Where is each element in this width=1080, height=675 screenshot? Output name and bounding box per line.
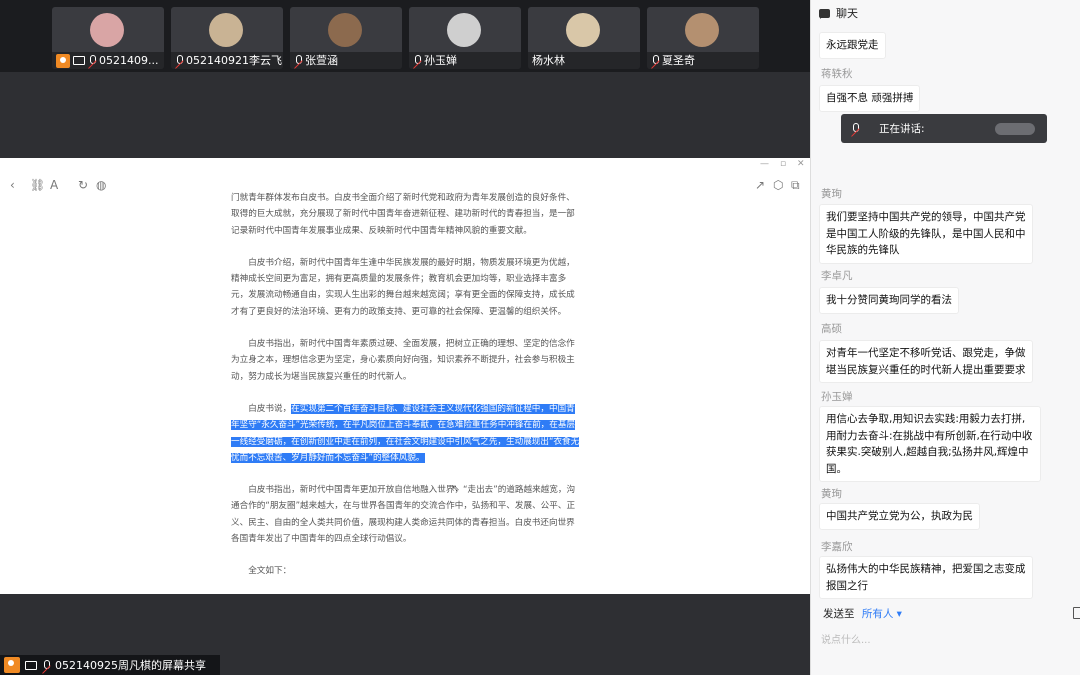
chat-sender: 孙玉婵	[821, 391, 853, 403]
paragraph: 白皮书说，在实现第二个百年奋斗目标、建设社会主义现代化强国的新征程中，中国青年坚…	[231, 403, 580, 463]
avatar	[685, 13, 719, 47]
edit-icon[interactable]	[1073, 607, 1080, 619]
chat-sender: 蒋轶秋	[821, 68, 853, 80]
mic-muted-icon	[42, 659, 50, 671]
participant-tile[interactable]: 杨水林	[528, 7, 640, 69]
screen-share-label: 052140925周凡棋的屏幕共享	[55, 659, 206, 672]
mic-muted-icon	[175, 55, 183, 66]
avatar	[90, 13, 124, 47]
cube-icon[interactable]: ⬡	[773, 178, 783, 192]
screen-share-icon	[73, 56, 85, 65]
video-strip: 0521409... 052140921李云飞 张萱涵 孙玉婵 杨水林 夏圣奇	[0, 0, 810, 72]
participant-tile[interactable]: 052140921李云飞	[171, 7, 283, 69]
globe-icon[interactable]: ◍	[96, 178, 106, 192]
participant-name: 052140921李云飞	[186, 54, 282, 67]
chat-message: 永远跟党走	[819, 32, 886, 59]
chat-input[interactable]: 说点什么...	[821, 631, 871, 646]
close-icon[interactable]: ✕	[797, 159, 805, 169]
paragraph: 全文如下：	[248, 566, 292, 577]
mouse-cursor-icon: ⇖	[452, 484, 460, 494]
chat-sender: 李卓凡	[821, 270, 853, 282]
chat-message: 我十分赞同黄珣同学的看法	[819, 287, 959, 314]
paragraph: 白皮书指出，新时代中国青年更加开放自信地融入世界，“走出去”的道路越来越宽，沟通…	[231, 485, 576, 545]
window-icon[interactable]: ⧉	[791, 178, 800, 193]
participant-name: 0521409...	[99, 54, 159, 67]
refresh-icon[interactable]: ↻	[78, 178, 88, 192]
mic-muted-icon	[413, 55, 421, 66]
font-size-icon[interactable]: A	[50, 178, 58, 192]
speaking-indicator: 正在讲话:	[841, 114, 1047, 143]
chat-title: 聊天	[836, 7, 858, 20]
avatar	[447, 13, 481, 47]
chat-message: 弘扬伟大的中华民族精神，把爱国之志变成报国之行	[819, 556, 1033, 599]
link-icon[interactable]: ⛓	[30, 178, 45, 192]
mic-muted-icon	[651, 55, 659, 66]
paragraph: 白皮书介绍，新时代中国青年生逢中华民族发展的最好时期，物质发展环境更为优越，精神…	[231, 257, 575, 317]
participant-tile[interactable]: 0521409...	[52, 7, 164, 69]
chat-message: 自强不息 顽强拼搏	[819, 85, 921, 112]
chat-sender: 李嘉欣	[821, 541, 853, 553]
chat-message: 我们要坚持中国共产党的领导，中国共产党是中国工人阶级的先锋队，是中国人民和中华民…	[819, 204, 1033, 264]
chat-icon	[819, 8, 830, 19]
chat-header: 聊天	[811, 0, 1080, 26]
mic-muted-icon	[294, 55, 302, 66]
host-icon	[4, 657, 20, 673]
avatar	[328, 13, 362, 47]
participant-name: 杨水林	[532, 54, 565, 67]
chat-panel: 聊天 永远跟党走 蒋轶秋 自强不息 顽强拼搏 正在讲话: 黄珣 我们要坚持中国共…	[810, 0, 1080, 675]
chat-sender: 黄珣	[821, 188, 842, 200]
screen-share-icon	[25, 660, 37, 670]
participant-name: 张萱涵	[305, 54, 338, 67]
participant-tile[interactable]: 孙玉婵	[409, 7, 521, 69]
restore-icon[interactable]: ▫	[780, 159, 786, 169]
avatar	[566, 13, 600, 47]
chat-message: 中国共产党立党为公，执政为民	[819, 503, 980, 530]
paragraph: 门就青年群体发布白皮书。白皮书全面介绍了新时代党和政府为青年发展创造的良好条件、…	[231, 193, 575, 236]
mic-muted-icon	[88, 55, 96, 66]
article-text: 门就青年群体发布白皮书。白皮书全面介绍了新时代党和政府为青年发展创造的良好条件、…	[231, 190, 583, 594]
meeting-area: 0521409... 052140921李云飞 张萱涵 孙玉婵 杨水林 夏圣奇 …	[0, 0, 810, 675]
shared-screen: — ▫ ✕ ‹ ⛓ A ↻ ◍ ↗ ⬡ ⧉ 门就青年群体发布白皮书。白皮书全面介…	[0, 158, 810, 594]
chat-message: 用信心去争取,用知识去实践:用毅力去打拼,用耐力去奋斗:在挑战中有所创新,在行动…	[819, 406, 1041, 482]
back-icon[interactable]: ‹	[10, 178, 15, 192]
chat-sender: 黄珣	[821, 488, 842, 500]
recipient-dropdown[interactable]: 所有人 ▾	[862, 608, 902, 620]
send-to-row: 发送至 所有人 ▾	[823, 608, 902, 620]
screen-share-bar[interactable]: 052140925周凡棋的屏幕共享	[0, 655, 220, 675]
share-icon[interactable]: ↗	[755, 178, 765, 192]
paragraph: 白皮书指出，新时代中国青年素质过硬、全面发展，把树立正确的理想、坚定的信念作为立…	[231, 339, 575, 382]
chat-message: 对青年一代坚定不移听党话、跟党走，争做堪当民族复兴重任的时代新人提出重要要求	[819, 340, 1033, 383]
chat-sender: 高硕	[821, 323, 842, 335]
mic-icon	[851, 123, 859, 134]
participant-name: 夏圣奇	[662, 54, 695, 67]
participant-tile[interactable]: 夏圣奇	[647, 7, 759, 69]
minimize-icon[interactable]: —	[760, 159, 769, 169]
participant-name: 孙玉婵	[424, 54, 457, 67]
speaker-name-blurred	[995, 123, 1035, 135]
avatar	[209, 13, 243, 47]
participant-tile[interactable]: 张萱涵	[290, 7, 402, 69]
host-icon	[56, 53, 70, 68]
